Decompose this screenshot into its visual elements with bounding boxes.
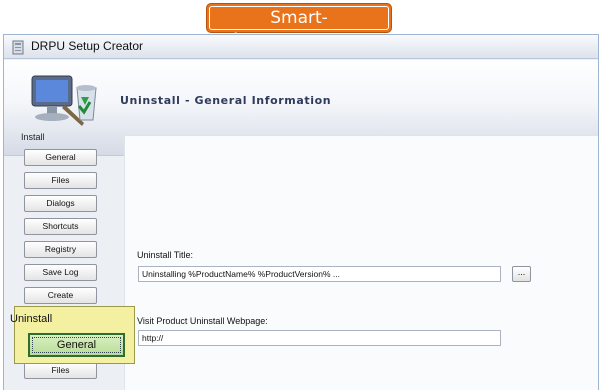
screenshot-stage: Smart-Accountant.com DRPU Setup Creator	[0, 0, 602, 390]
install-save-log-button[interactable]: Save Log	[24, 264, 97, 281]
monitor-recycle-bin-icon	[31, 75, 97, 126]
uninstall-title-input[interactable]: Uninstalling %ProductName% %ProductVersi…	[138, 266, 501, 282]
title-bar: DRPU Setup Creator	[4, 35, 598, 59]
page-heading: Uninstall - General Information	[120, 94, 332, 107]
webpage-input[interactable]: http://	[138, 330, 501, 346]
install-general-button[interactable]: General	[24, 149, 97, 166]
brand-text: Smart-Accountant.com	[209, 6, 389, 50]
uninstall-section-label: Uninstall	[10, 313, 53, 325]
app-icon	[12, 40, 24, 55]
browse-button[interactable]: ...	[512, 266, 531, 282]
form-panel: Uninstall Title: Uninstalling %ProductNa…	[124, 135, 598, 390]
install-dialogs-button[interactable]: Dialogs	[24, 195, 97, 212]
window-title: DRPU Setup Creator	[31, 39, 144, 53]
uninstall-title-label: Uninstall Title:	[137, 250, 194, 260]
install-create-button[interactable]: Create	[24, 287, 97, 304]
uninstall-files-button[interactable]: Files	[24, 362, 97, 379]
install-shortcuts-button[interactable]: Shortcuts	[24, 218, 97, 235]
webpage-label: Visit Product Uninstall Webpage:	[137, 316, 268, 326]
brand-badge: Smart-Accountant.com	[206, 3, 392, 50]
install-files-button[interactable]: Files	[24, 172, 97, 189]
install-section-label: Install	[21, 132, 45, 142]
install-registry-button[interactable]: Registry	[24, 241, 97, 258]
uninstall-general-button[interactable]: General	[28, 333, 125, 357]
